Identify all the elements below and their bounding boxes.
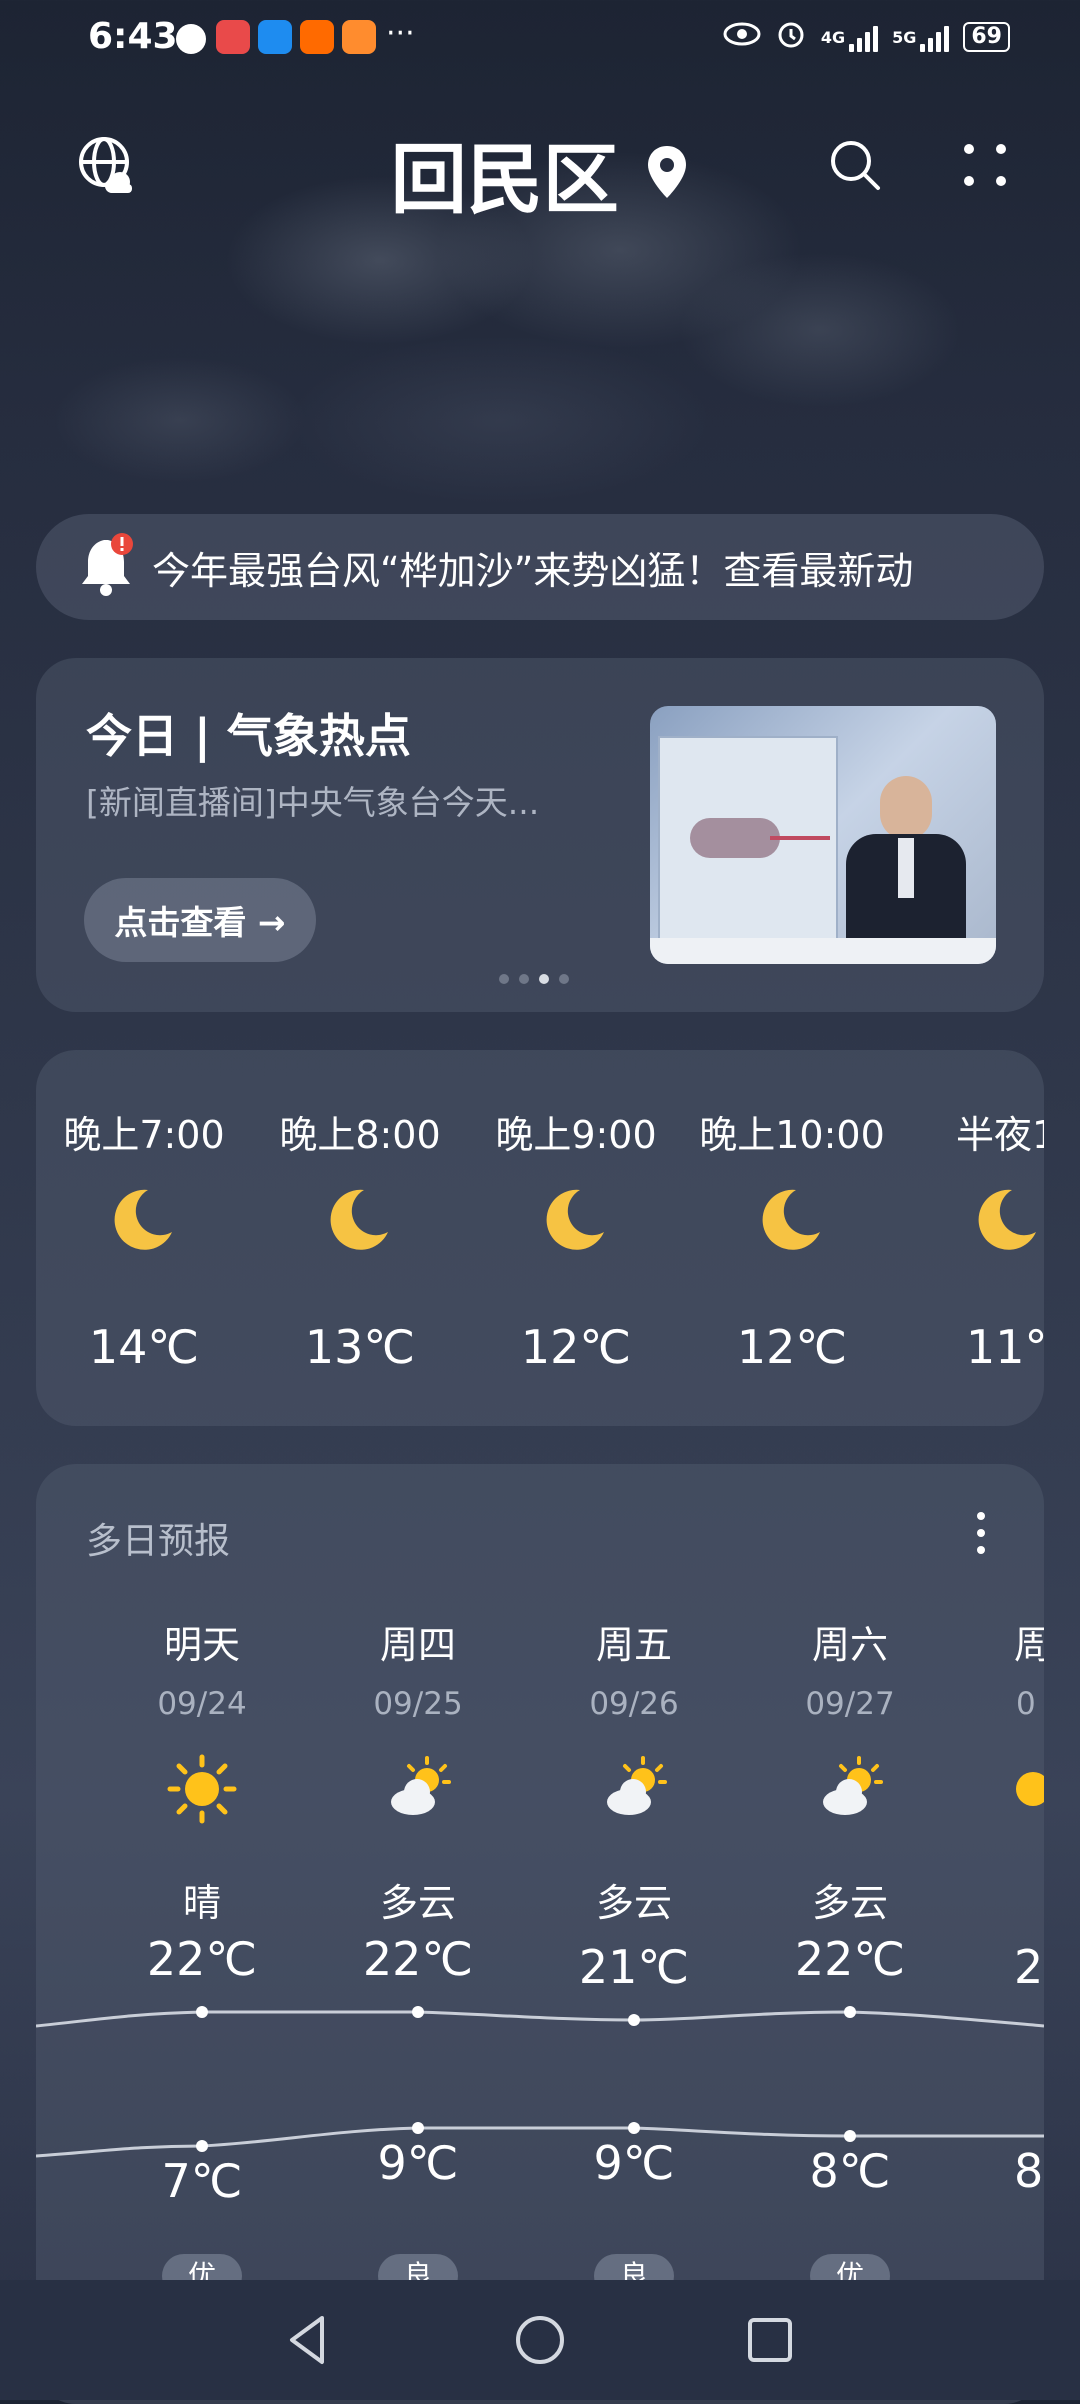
status-bar: 6:43 ··· 4G 5G 69 <box>0 0 1080 80</box>
hour-temp: 11℃ <box>966 1320 1044 1374</box>
hour-label: 晚上9:00 <box>495 1113 657 1157</box>
day-date: 0 <box>1016 1686 1036 1722</box>
daily-forecast-card[interactable]: 多日预报 明天 09/24 晴 22℃ 7℃ 优 周四 09/25 多云 22℃… <box>36 1464 1044 2404</box>
day-date: 09/27 <box>805 1686 895 1722</box>
day-condition: 晴 <box>182 1881 221 1925</box>
low-point <box>412 2122 424 2134</box>
moon-icon <box>114 1186 174 1254</box>
cloud-background <box>0 0 1080 560</box>
top-header: 回民区 <box>0 110 1080 224</box>
app-notification-icon <box>216 20 250 54</box>
hour-label: 晚上10:00 <box>699 1113 885 1157</box>
cloud-app-icon <box>258 20 292 54</box>
search-button[interactable] <box>820 130 890 200</box>
low-point <box>628 2122 640 2134</box>
day-high: 22℃ <box>146 1932 258 1986</box>
hour-temp: 14℃ <box>88 1320 200 1374</box>
system-nav-bar <box>0 2280 1080 2400</box>
hour-temp: 13℃ <box>304 1320 416 1374</box>
city-name: 回民区 <box>390 135 619 224</box>
news-video-thumbnail[interactable] <box>650 706 996 964</box>
partly-cloudy-icon <box>815 1754 885 1828</box>
weather-hot-card[interactable]: 今日 | 气象热点 [新闻直播间]中央气象台今天... 点击查看 → <box>36 658 1044 1012</box>
day-condition: 多云 <box>811 1881 888 1925</box>
sun-icon <box>167 1754 237 1828</box>
taobao-icon <box>300 20 334 54</box>
battery-indicator: 69 <box>963 22 1010 52</box>
hot-title: 今日 | 气象热点 <box>86 709 411 763</box>
recents-button[interactable] <box>740 2310 800 2370</box>
high-point <box>628 2014 640 2026</box>
day-low: 8℃ <box>809 2144 891 2198</box>
news-anchor-figure <box>846 776 966 964</box>
search-icon <box>831 141 880 190</box>
play-app-icon <box>342 20 376 54</box>
home-circle-icon <box>516 2316 564 2364</box>
day-condition: 多云 <box>379 1881 456 1925</box>
network-4g-label: 4G <box>820 27 846 47</box>
day-high: 22℃ <box>794 1932 906 1986</box>
status-time: 6:43 <box>88 16 178 57</box>
moon-icon <box>546 1186 606 1254</box>
recents-square-icon <box>748 2318 792 2362</box>
wechat-icon <box>176 24 206 54</box>
eye-icon <box>723 21 761 53</box>
hour-label: 晚上7:00 <box>63 1113 225 1157</box>
day-low: 7℃ <box>161 2154 243 2208</box>
hour-label: 半夜11 <box>956 1113 1044 1157</box>
bell-alert-icon <box>80 532 136 602</box>
signal-icon-2 <box>920 22 950 52</box>
desk-graphic <box>650 938 996 964</box>
back-button[interactable] <box>278 2310 338 2370</box>
signal-icon <box>849 22 879 52</box>
menu-button[interactable] <box>950 130 1020 200</box>
day-name: 明天 <box>163 1623 240 1667</box>
hour-temp: 12℃ <box>520 1320 632 1374</box>
day-high: 2 <box>1014 1940 1044 1994</box>
day-low: 8 <box>1014 2144 1044 2198</box>
sun-icon <box>998 1754 1044 1828</box>
grid-dots-icon <box>964 144 1006 186</box>
moon-icon <box>978 1186 1038 1254</box>
more-notifications-icon: ··· <box>386 16 415 51</box>
partly-cloudy-icon <box>383 1754 453 1828</box>
day-name: 周六 <box>811 1623 888 1667</box>
home-button[interactable] <box>510 2310 570 2370</box>
city-title[interactable]: 回民区 <box>0 118 1080 228</box>
typhoon-alert-banner[interactable]: 今年最强台风“桦加沙”来势凶猛！查看最新动 <box>36 514 1044 620</box>
weather-map-graphic <box>658 736 838 940</box>
day-name: 周四 <box>379 1623 456 1667</box>
alert-text: 今年最强台风“桦加沙”来势凶猛！查看最新动 <box>152 548 914 593</box>
day-condition: 多云 <box>595 1881 672 1925</box>
location-pin-icon <box>645 129 689 218</box>
network-5g-label: 5G <box>892 27 917 47</box>
high-temp-curve <box>36 2010 1044 2028</box>
day-date: 09/25 <box>373 1686 463 1722</box>
alarm-icon <box>775 18 807 56</box>
high-point <box>196 2006 208 2018</box>
hour-temp: 12℃ <box>736 1320 848 1374</box>
moon-icon <box>330 1186 390 1254</box>
day-date: 09/26 <box>589 1686 679 1722</box>
low-point <box>196 2140 208 2152</box>
day-low: 9℃ <box>593 2136 675 2190</box>
high-point <box>844 2006 856 2018</box>
day-high: 21℃ <box>578 1940 690 1994</box>
partly-cloudy-icon <box>599 1754 669 1828</box>
hourly-forecast-card[interactable]: 晚上7:00 14℃ 晚上8:00 13℃ 晚上9:00 12℃ 晚上10:00… <box>36 1050 1044 1426</box>
hour-label: 晚上8:00 <box>279 1113 441 1157</box>
low-point <box>844 2130 856 2142</box>
carousel-dots <box>499 974 569 984</box>
view-button[interactable]: 点击查看 → <box>84 878 316 962</box>
day-high: 22℃ <box>362 1932 474 1986</box>
day-name: 周五 <box>595 1623 672 1667</box>
day-name: 周 <box>1014 1623 1044 1667</box>
back-triangle-icon <box>290 2316 324 2364</box>
day-date: 09/24 <box>157 1686 247 1722</box>
hot-subtitle: [新闻直播间]中央气象台今天... <box>86 783 540 822</box>
high-point <box>412 2006 424 2018</box>
day-low: 9℃ <box>377 2136 459 2190</box>
moon-icon <box>762 1186 822 1254</box>
